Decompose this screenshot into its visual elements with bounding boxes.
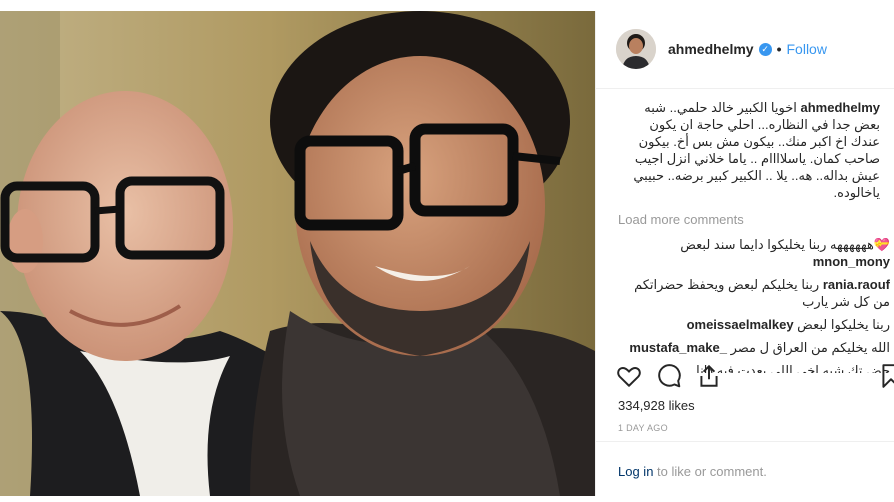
avatar-image xyxy=(616,29,656,69)
username-link[interactable]: ahmedhelmy xyxy=(668,41,754,57)
separator-dot: • xyxy=(776,41,782,57)
post-actions xyxy=(616,361,894,395)
bookmark-icon xyxy=(882,364,894,388)
post-footer: Log in to like or comment. xyxy=(596,441,894,496)
comment-text: ربنا يخليكوا لبعض xyxy=(797,317,890,332)
comment-username[interactable]: rania.raouf xyxy=(823,277,890,292)
list-item: 💝ههههههه ربنا يخليكوا دايما سند لبعض mno… xyxy=(618,236,890,270)
comment-text: ههههههه ربنا يخليكوا دايما سند لبعض xyxy=(680,237,874,252)
load-more-comments-button[interactable]: Load more comments xyxy=(618,211,894,228)
post-photo[interactable] xyxy=(0,11,595,496)
avatar[interactable] xyxy=(616,29,656,69)
comment-username[interactable]: mustafa_make_ xyxy=(629,340,727,355)
login-prompt: Log in to like or comment. xyxy=(618,464,767,479)
save-button[interactable] xyxy=(878,363,894,394)
post-image xyxy=(0,11,595,496)
comment-emoji: 💝 xyxy=(873,237,890,252)
list-item: ربنا يخليكوا لبعض omeissaelmalkey xyxy=(618,316,890,333)
share-button[interactable] xyxy=(696,363,722,394)
login-prompt-text: to like or comment. xyxy=(653,464,767,479)
login-link[interactable]: Log in xyxy=(618,464,653,479)
like-button[interactable] xyxy=(616,363,642,394)
post-timestamp[interactable]: 1 DAY AGO xyxy=(618,423,668,433)
comment-button[interactable] xyxy=(656,363,682,394)
heart-icon xyxy=(617,367,641,387)
caption-text: اخويا الكبير خالد حلمي.. شبه بعض جدا في … xyxy=(633,100,880,200)
comment-username[interactable]: mnon_mony xyxy=(813,254,890,269)
comments-list: ahmedhelmy اخويا الكبير خالد حلمي.. شبه … xyxy=(618,99,894,373)
post-side-panel: ahmedhelmy ✓ • Follow ahmedhelmy اخويا ا… xyxy=(595,11,894,496)
comment-text: الله يخليكم من العراق ل مصر xyxy=(730,340,890,355)
follow-button[interactable]: Follow xyxy=(787,41,827,57)
share-icon xyxy=(700,364,718,387)
post-header: ahmedhelmy ✓ • Follow xyxy=(596,11,894,89)
caption-username[interactable]: ahmedhelmy xyxy=(801,100,880,115)
verified-badge-icon: ✓ xyxy=(758,42,772,56)
list-item: الله يخليكم من العراق ل مصر mustafa_make… xyxy=(618,339,890,356)
header-user-row: ahmedhelmy ✓ • Follow xyxy=(668,41,827,57)
comment-icon xyxy=(658,364,681,388)
list-item: rania.raouf ربنا يخليكم لبعض ويحفظ حضرات… xyxy=(618,276,890,310)
comment-username[interactable]: omeissaelmalkey xyxy=(687,317,794,332)
post-caption: ahmedhelmy اخويا الكبير خالد حلمي.. شبه … xyxy=(618,99,880,201)
likes-count[interactable]: 334,928 likes xyxy=(618,398,695,413)
